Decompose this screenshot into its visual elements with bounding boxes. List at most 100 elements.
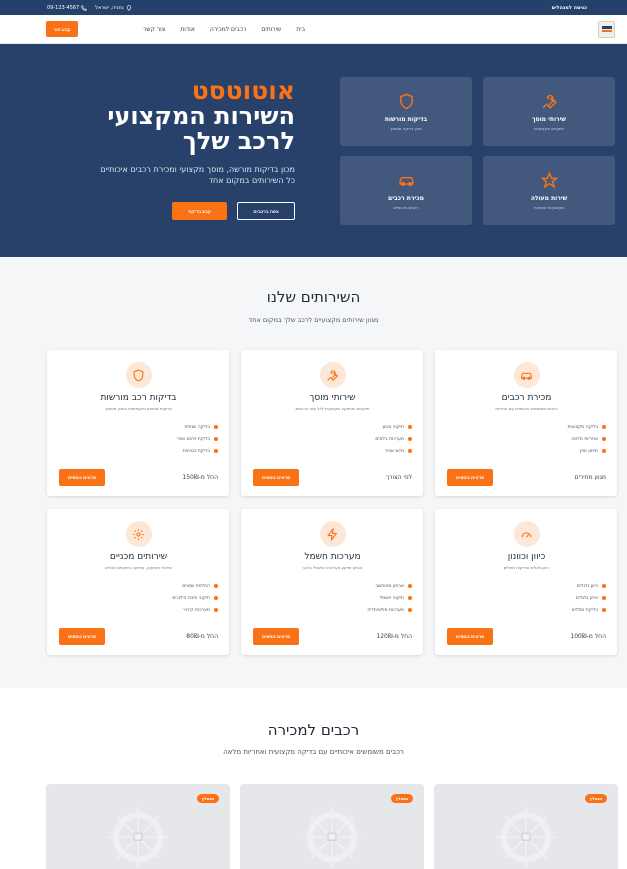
hero-tile-service[interactable]: שירות מעולה מקצועיות ואמינות — [483, 156, 615, 225]
list-item: תיקוני תיבת הילוכים — [59, 592, 218, 604]
featured-badge: מומלץ — [584, 794, 607, 803]
service-footer: מגוון מחירים פרטים נוספים — [447, 469, 606, 486]
hero-brand: אוטוטסט — [191, 76, 295, 105]
gauge-icon — [521, 531, 532, 538]
cars-grid: מומלץ מומלץ מומלץ — [0, 785, 627, 869]
service-footer: החל מ-120₪ פרטים נוספים — [253, 628, 412, 645]
image-placeholder-icon — [496, 807, 556, 868]
nav-link-cars[interactable]: רכבים למכירה — [210, 26, 247, 33]
list-item: מימון זמין — [447, 445, 606, 457]
service-icon-wrap — [319, 521, 346, 547]
list-item: בדיקה שנתית — [59, 421, 218, 433]
service-price: החל מ-150₪ — [182, 474, 218, 481]
cars-section: רכבים למכירה רכבים משומשים איכותיים עם ב… — [0, 688, 627, 869]
featured-badge: מומלץ — [390, 794, 413, 803]
service-features: תיקוני מנוע מערכות בלמים מיזוג אוויר — [253, 421, 412, 457]
list-item: איזון גלגלים — [447, 592, 606, 604]
view-cars-button[interactable]: צפה ברכבים — [237, 202, 295, 220]
site-logo[interactable] — [598, 20, 615, 38]
service-features: בדיקה מקצועית אחריות מלאה מימון זמין — [447, 421, 606, 457]
phone-info[interactable]: 09-123-4567 — [47, 5, 88, 11]
wrench-icon — [542, 94, 557, 109]
more-details-button[interactable]: פרטים נוספים — [59, 628, 105, 645]
hero-tile-subtitle: רכבים איכותיים — [393, 204, 419, 210]
list-item: מיזוג אוויר — [253, 445, 412, 457]
service-price: החל מ-80₪ — [186, 633, 218, 640]
service-card-inspection: בדיקות רכב מורשות בדיקות שנתיות ותקופתיו… — [47, 350, 229, 496]
book-inspection-button[interactable]: קבע בדיקה — [172, 202, 227, 220]
service-desc: רכבים משומשים איכותיים עם אחריות — [495, 406, 558, 411]
shield-icon — [399, 93, 413, 109]
service-icon-wrap — [125, 521, 152, 547]
car-icon — [398, 176, 414, 186]
hero-tile-title: בדיקות מורשות — [384, 115, 428, 123]
service-desc: תיקונים ותחזוקה מקצועית לכל סוגי הרכבים — [295, 406, 370, 411]
top-bar: כניסה למנהלים נתניה, ישראל 09-123-4567 — [0, 0, 627, 15]
service-desc: כיוון גלגלים ובדיקות מתלים — [503, 565, 550, 570]
list-item: תיקוני חשמל — [253, 592, 412, 604]
service-title: שירותי מוסך — [309, 393, 356, 403]
service-footer: החל מ-80₪ פרטים נוספים — [59, 628, 218, 645]
hero-headline: השירות המקצועי לרכב שלך — [107, 102, 295, 155]
logo-icon — [601, 26, 612, 32]
hero-tile-garage[interactable]: שירותי מוסך תיקונים מקצועיים — [483, 77, 615, 146]
nav-links: בית שירותים רכבים למכירה אודות צור קשר — [143, 26, 305, 33]
list-item: אחריות מלאה — [447, 433, 606, 445]
star-icon — [540, 171, 558, 189]
hero-tile-title: שירות מעולה — [530, 194, 568, 202]
service-card-mechanical: שירותים מכניים שירותי תחזוקה, אחזקה ותיק… — [47, 509, 229, 655]
service-title: כיוון וכוונון — [507, 552, 546, 562]
cars-subtitle: רכבים משומשים איכותיים עם בדיקה מקצועית … — [223, 748, 404, 756]
hero-subtitle: מכון בדיקות מורשה, מוסך מקצועי ומכירת רכ… — [50, 164, 295, 186]
nav-link-services[interactable]: שירותים — [261, 26, 281, 33]
more-details-button[interactable]: פרטים נוספים — [447, 469, 493, 486]
car-card[interactable]: מומלץ — [435, 785, 617, 869]
image-placeholder-icon — [108, 807, 168, 868]
services-grid: מכירת רכבים רכבים משומשים איכותיים עם אח… — [0, 350, 627, 655]
car-card[interactable]: מומלץ — [241, 785, 423, 869]
hero-tile-cars[interactable]: מכירת רכבים רכבים איכותיים — [340, 156, 472, 225]
more-details-button[interactable]: פרטים נוספים — [59, 469, 105, 486]
hero-tile-subtitle: מכון בדיקה מוסמך — [390, 125, 422, 131]
hero-tile-inspection[interactable]: בדיקות מורשות מכון בדיקה מוסמך — [340, 77, 472, 146]
appointment-button[interactable]: קבע תור — [46, 21, 78, 37]
services-title: השירותים שלנו — [266, 288, 361, 306]
service-card-car-sales: מכירת רכבים רכבים משומשים איכותיים עם אח… — [435, 350, 617, 496]
hero-section: שירותי מוסך תיקונים מקצועיים בדיקות מורש… — [0, 44, 627, 257]
admin-login-link[interactable]: כניסה למנהלים — [552, 5, 587, 11]
hero-tile-subtitle: מקצועיות ואמינות — [533, 204, 565, 210]
nav-link-home[interactable]: בית — [296, 26, 305, 33]
service-title: בדיקות רכב מורשות — [100, 393, 177, 403]
list-item: בדיקת בטיחות — [59, 445, 218, 457]
nav-link-contact[interactable]: צור קשר — [143, 26, 165, 33]
list-item: בדיקת זיהום אוויר — [59, 433, 218, 445]
more-details-button[interactable]: פרטים נוספים — [447, 628, 493, 645]
service-footer: החל מ-100₪ פרטים נוספים — [447, 628, 606, 645]
list-item: בדיקת מתלים — [447, 604, 606, 616]
service-desc: שירותי תחזוקה, אחזקה ותיקונים מכניים — [105, 565, 172, 570]
location-info: נתניה, ישראל — [95, 5, 132, 11]
bolt-icon — [327, 527, 338, 541]
service-features: אבחון ממוחשב תיקוני חשמל מערכות מולטימדי… — [253, 580, 412, 616]
main-nav: בית שירותים רכבים למכירה אודות צור קשר ק… — [0, 15, 627, 44]
services-section: השירותים שלנו מגוון שירותים מקצועיים לרכ… — [0, 257, 627, 688]
more-details-button[interactable]: פרטים נוספים — [253, 628, 299, 645]
more-details-button[interactable]: פרטים נוספים — [253, 469, 299, 486]
service-icon-wrap — [319, 362, 346, 388]
service-card-alignment: כיוון וכוונון כיוון גלגלים ובדיקות מתלים… — [435, 509, 617, 655]
gear-icon — [133, 528, 144, 540]
service-card-electrical: מערכות חשמל אבחון ותיקון מערכות החשמל בר… — [241, 509, 423, 655]
car-card[interactable]: מומלץ — [47, 785, 229, 869]
list-item: תיקוני מנוע — [253, 421, 412, 433]
list-item: מערכות קירור — [59, 604, 218, 616]
service-footer: לפי הצורך פרטים נוספים — [253, 469, 412, 486]
nav-link-about[interactable]: אודות — [180, 26, 195, 33]
wrench-icon — [327, 369, 339, 381]
list-item: מערכות בלמים — [253, 433, 412, 445]
hero-buttons: קבע בדיקה צפה ברכבים — [50, 202, 295, 220]
service-footer: החל מ-150₪ פרטים נוספים — [59, 469, 218, 486]
hero-subtitle-line: מכון בדיקות מורשה, מוסך מקצועי ומכירת רכ… — [100, 165, 295, 174]
location-text: נתניה, ישראל — [95, 4, 124, 11]
service-price: מגוון מחירים — [574, 474, 606, 481]
featured-badge: מומלץ — [196, 794, 219, 803]
